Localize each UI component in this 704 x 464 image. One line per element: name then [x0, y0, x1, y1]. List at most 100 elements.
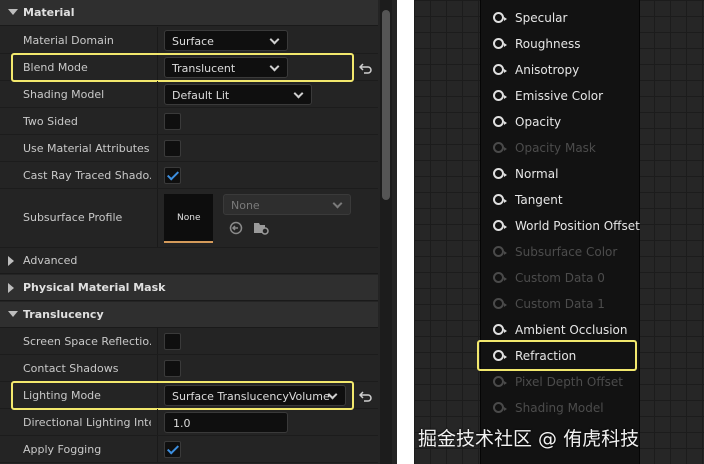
node-pin[interactable]: Subsurface Color [489, 242, 639, 262]
pin-connector-icon[interactable] [493, 64, 507, 75]
material-graph[interactable]: Specular Roughness Anisotropy Emissive Colo… [414, 0, 704, 464]
pin-label: Emissive Color [515, 89, 604, 103]
pin-label: Roughness [515, 37, 581, 51]
node-pin[interactable]: Normal [489, 164, 639, 184]
watermark: 掘金技术社区 @ 侑虎科技 [418, 428, 640, 450]
property-label: Two Sided [23, 115, 78, 128]
node-pin[interactable]: Anisotropy [489, 60, 639, 80]
chevron-down-icon [269, 34, 280, 45]
pin-connector-icon[interactable] [493, 246, 507, 257]
use-selected-asset-icon[interactable] [229, 221, 243, 235]
pin-label: Opacity Mask [515, 141, 596, 155]
collapse-arrow-icon[interactable] [8, 9, 18, 15]
node-pin[interactable]: Specular [489, 8, 639, 28]
row-apply-fogging: Apply Fogging [0, 436, 378, 463]
pin-label: Pixel Depth Offset [515, 375, 623, 389]
pin-connector-icon[interactable] [493, 90, 507, 101]
pin-connector-icon[interactable] [493, 194, 507, 205]
material-output-node[interactable]: Specular Roughness Anisotropy Emissive Colo… [477, 0, 640, 464]
pin-label: Custom Data 0 [515, 271, 605, 285]
node-pin[interactable]: Custom Data 1 [489, 294, 639, 314]
node-pin[interactable]: Emissive Color [489, 86, 639, 106]
property-label: Cast Ray Traced Shado... [23, 169, 151, 182]
material-domain-dropdown[interactable]: Surface [164, 30, 288, 51]
pin-connector-icon[interactable] [493, 298, 507, 309]
node-pin[interactable]: Opacity [489, 112, 639, 132]
section-title: Material [23, 6, 75, 19]
chevron-down-icon [332, 198, 343, 209]
expand-arrow-icon[interactable] [8, 283, 14, 293]
cast-ray-traced-shadows-checkbox[interactable] [164, 167, 181, 184]
row-subsurface-profile: Subsurface Profile None None [0, 189, 378, 248]
property-label: Screen Space Reflectio... [23, 335, 151, 348]
section-advanced[interactable]: Advanced [0, 248, 378, 274]
screen-space-reflections-checkbox[interactable] [164, 333, 181, 350]
use-material-attributes-checkbox[interactable] [164, 140, 181, 157]
row-cast-ray-traced-shadows: Cast Ray Traced Shado... [0, 162, 378, 189]
node-pin[interactable]: Shading Model [489, 398, 639, 418]
node-pin[interactable]: Pixel Depth Offset [489, 372, 639, 392]
pin-connector-icon[interactable] [493, 116, 507, 127]
pin-label: Opacity [515, 115, 562, 129]
highlight-box [11, 53, 354, 82]
row-contact-shadows: Contact Shadows [0, 355, 378, 382]
pin-label: Custom Data 1 [515, 297, 605, 311]
property-label: Directional Lighting Inte... [23, 416, 151, 429]
property-label: Use Material Attributes [23, 142, 150, 155]
pin-connector-icon[interactable] [493, 38, 507, 49]
highlight-box [11, 381, 354, 410]
two-sided-checkbox[interactable] [164, 113, 181, 130]
chevron-down-icon [293, 88, 304, 99]
row-two-sided: Two Sided [0, 108, 378, 135]
row-shading-model: Shading Model Default Lit [0, 81, 378, 108]
pin-label: Tangent [515, 193, 563, 207]
pin-label: World Position Offset [515, 219, 640, 233]
expand-arrow-icon[interactable] [8, 256, 14, 266]
asset-thumbnail[interactable]: None [164, 194, 213, 243]
pin-connector-icon[interactable] [493, 272, 507, 283]
row-directional-lighting-intensity: Directional Lighting Inte... 1.0 [0, 409, 378, 436]
pin-label: Normal [515, 167, 559, 181]
pin-label: Subsurface Color [515, 245, 618, 259]
property-label: Shading Model [23, 88, 105, 101]
pin-connector-icon[interactable] [493, 402, 507, 413]
browse-asset-icon[interactable] [253, 220, 270, 236]
reset-to-default-icon[interactable] [359, 61, 373, 75]
row-screen-space-reflections: Screen Space Reflectio... [0, 328, 378, 355]
pin-connector-icon[interactable] [493, 142, 507, 153]
scrollbar-thumb[interactable] [382, 10, 390, 200]
pin-label: Specular [515, 11, 568, 25]
property-label: Material Domain [23, 34, 114, 47]
pin-label: Ambient Occlusion [515, 323, 628, 337]
contact-shadows-checkbox[interactable] [164, 360, 181, 377]
pin-connector-icon[interactable] [493, 168, 507, 179]
details-panel: Material Material Domain Surface Blend M… [0, 0, 397, 464]
pin-label: Anisotropy [515, 63, 580, 77]
node-pin[interactable]: World Position Offset [489, 216, 640, 236]
subsurface-profile-dropdown[interactable]: None [223, 194, 351, 215]
pin-connector-icon[interactable] [493, 324, 507, 335]
pin-label: Shading Model [515, 401, 604, 415]
collapse-arrow-icon[interactable] [8, 311, 18, 317]
reset-to-default-icon[interactable] [359, 389, 373, 403]
highlight-box [477, 340, 637, 371]
node-pin[interactable]: Roughness [489, 34, 639, 54]
node-pin[interactable]: Opacity Mask [489, 138, 639, 158]
section-translucency[interactable]: Translucency [0, 302, 378, 328]
section-physical-material-mask[interactable]: Physical Material Mask [0, 275, 378, 301]
directional-lighting-intensity-input[interactable]: 1.0 [164, 412, 288, 433]
pin-connector-icon[interactable] [493, 12, 507, 23]
node-pin[interactable]: Custom Data 0 [489, 268, 639, 288]
section-title: Physical Material Mask [23, 281, 166, 294]
section-title: Translucency [23, 308, 104, 321]
shading-model-dropdown[interactable]: Default Lit [164, 84, 312, 105]
pin-connector-icon[interactable] [493, 220, 507, 231]
node-pin[interactable]: Tangent [489, 190, 639, 210]
pin-connector-icon[interactable] [493, 376, 507, 387]
section-material[interactable]: Material [0, 0, 378, 26]
property-label: Apply Fogging [23, 443, 102, 456]
property-label: Contact Shadows [23, 362, 119, 375]
node-pin[interactable]: Ambient Occlusion [489, 320, 639, 340]
row-material-domain: Material Domain Surface [0, 27, 378, 54]
apply-fogging-checkbox[interactable] [164, 441, 181, 458]
